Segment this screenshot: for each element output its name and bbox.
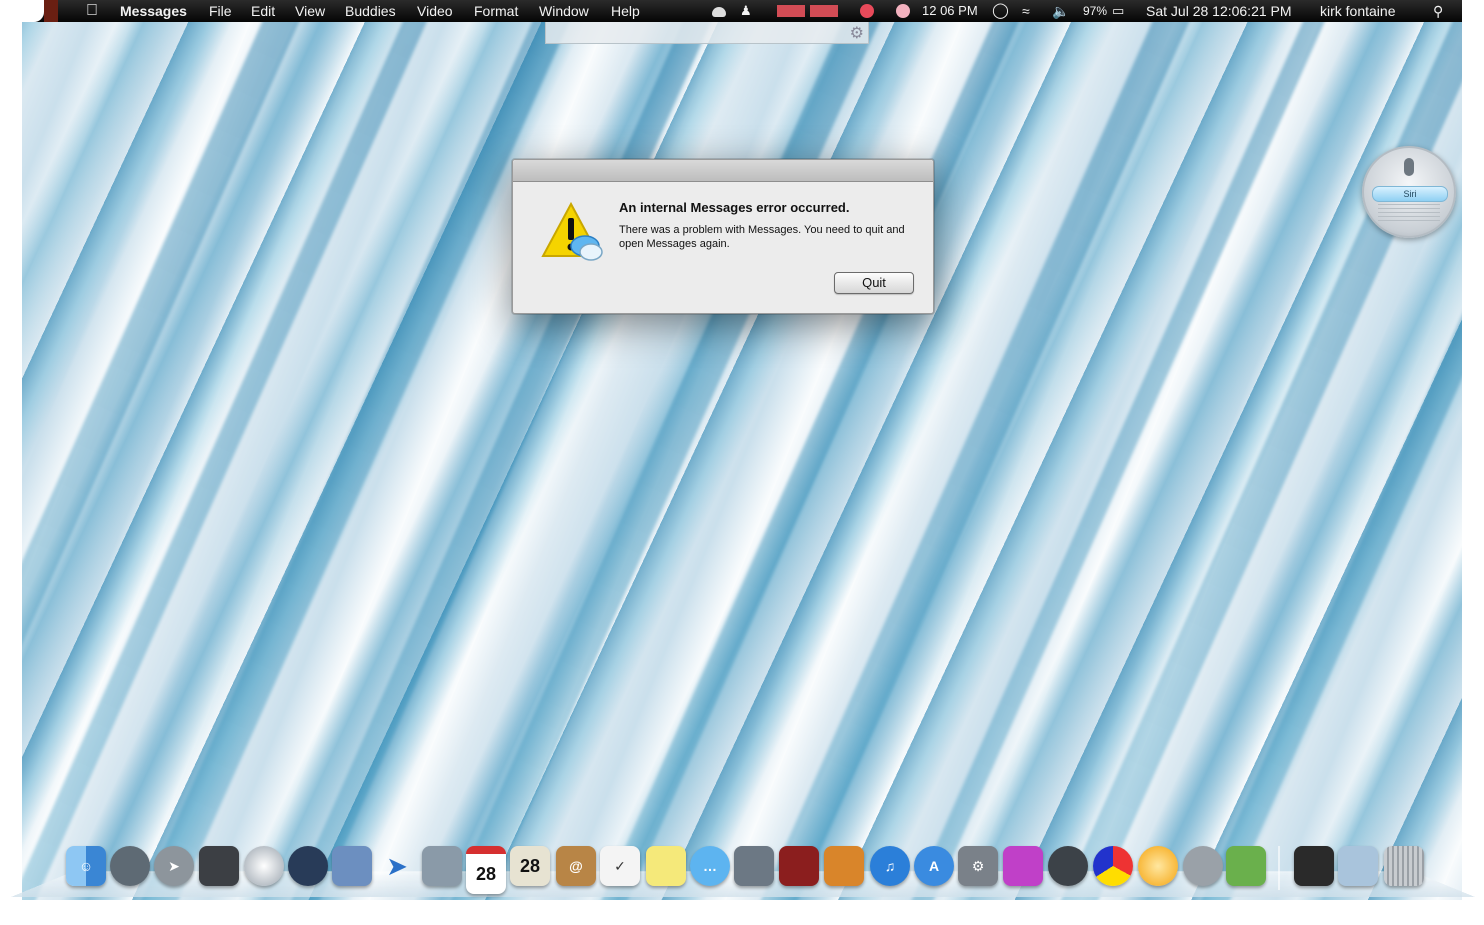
gear-icon[interactable]: ⚙ <box>850 23 864 43</box>
siri-grille <box>1378 204 1440 222</box>
mail-send-icon[interactable]: ➤ <box>377 846 417 886</box>
rocket-icon[interactable]: ➤ <box>154 846 194 886</box>
menu-bar:  Messages File Edit View Buddies Video … <box>22 0 1462 22</box>
ical-icon[interactable]: 28 <box>510 846 550 886</box>
screen-corner-accent <box>44 0 58 22</box>
battery-icon[interactable]: ▭ <box>1112 0 1124 22</box>
safari-icon[interactable] <box>244 846 284 886</box>
photo-booth-icon[interactable] <box>779 846 819 886</box>
cpu-meter-icon[interactable] <box>777 5 805 17</box>
trash-icon[interactable] <box>1384 846 1424 886</box>
menu-view[interactable]: View <box>295 0 325 22</box>
app-menu[interactable]: Messages <box>120 0 187 22</box>
network-meter-icon[interactable] <box>810 5 838 17</box>
system-preferences-icon[interactable]: ⚙ <box>958 846 998 886</box>
contacts-icon[interactable]: @ <box>556 846 596 886</box>
apple-menu-icon[interactable]:  <box>86 0 98 22</box>
error-alert-dialog: An internal Messages error occurred. The… <box>512 159 934 314</box>
menu-buddies[interactable]: Buddies <box>345 0 396 22</box>
screen-corner <box>22 0 44 22</box>
menu-file[interactable]: File <box>209 0 232 22</box>
preview-icon[interactable] <box>332 846 372 886</box>
quit-button[interactable]: Quit <box>834 272 914 294</box>
evernote-icon[interactable] <box>1226 846 1266 886</box>
folder-dark-icon[interactable] <box>1294 846 1334 886</box>
disk-meter-icon[interactable] <box>896 4 910 18</box>
launchpad-app-icon[interactable] <box>110 846 150 886</box>
orange-ball-icon[interactable] <box>1138 846 1178 886</box>
menu-clock[interactable]: Sat Jul 28 12:06:21 PM <box>1146 0 1292 22</box>
growl-icon[interactable] <box>1183 846 1223 886</box>
finder-icon[interactable]: ☺ <box>66 846 106 886</box>
menu-window[interactable]: Window <box>539 0 589 22</box>
mail-icon[interactable] <box>422 846 462 886</box>
siri-widget[interactable]: Siri <box>1362 146 1456 238</box>
menu-help[interactable]: Help <box>611 0 640 22</box>
migration-icon[interactable] <box>288 846 328 886</box>
itunes-icon[interactable]: ♫ <box>870 846 910 886</box>
siri-label: Siri <box>1372 186 1448 202</box>
calendar-icon[interactable]: 28 <box>466 846 506 894</box>
warning-messages-icon <box>541 201 603 261</box>
photo-app-icon[interactable] <box>199 846 239 886</box>
wifi-icon[interactable]: ≈ <box>1022 0 1030 22</box>
spotlight-search-icon[interactable]: ⚲ <box>1433 0 1443 22</box>
iphoto-icon[interactable] <box>824 846 864 886</box>
dock: ☺ ➤ ➤ 28 28 @ ✓ … ♫ A ⚙ <box>66 846 1426 894</box>
menu-edit[interactable]: Edit <box>251 0 275 22</box>
folder-icon[interactable] <box>1338 846 1378 886</box>
volume-icon[interactable]: 🔈 <box>1052 0 1069 22</box>
battery-percent[interactable]: 97% <box>1083 0 1107 22</box>
user-status-icon[interactable]: ♟ <box>740 0 752 22</box>
dialog-titlebar[interactable] <box>513 160 933 182</box>
keynote-icon[interactable] <box>1003 846 1043 886</box>
facetime-icon[interactable] <box>734 846 774 886</box>
chat-status-icon[interactable]: ◯ <box>992 0 1009 22</box>
menu-video[interactable]: Video <box>417 0 453 22</box>
menu-format[interactable]: Format <box>474 0 518 22</box>
time-machine-icon[interactable] <box>1048 846 1088 886</box>
app-store-icon[interactable]: A <box>914 846 954 886</box>
status-time[interactable]: 12 06 PM <box>922 0 978 22</box>
messages-icon[interactable]: … <box>690 846 730 886</box>
microphone-icon <box>1404 158 1414 176</box>
reminders-icon[interactable]: ✓ <box>600 846 640 886</box>
user-name[interactable]: kirk fontaine <box>1320 0 1395 22</box>
colors-icon[interactable] <box>1093 846 1133 886</box>
notes-icon[interactable] <box>646 846 686 886</box>
cloud-status-icon[interactable] <box>712 7 726 17</box>
dock-separator <box>1278 846 1280 890</box>
alert-headline: An internal Messages error occurred. <box>619 200 850 215</box>
alert-message: There was a problem with Messages. You n… <box>619 224 905 250</box>
search-field-partial[interactable]: ⚙ <box>545 22 869 44</box>
memory-meter-icon[interactable] <box>860 4 874 18</box>
desktop-wallpaper <box>22 0 1462 900</box>
